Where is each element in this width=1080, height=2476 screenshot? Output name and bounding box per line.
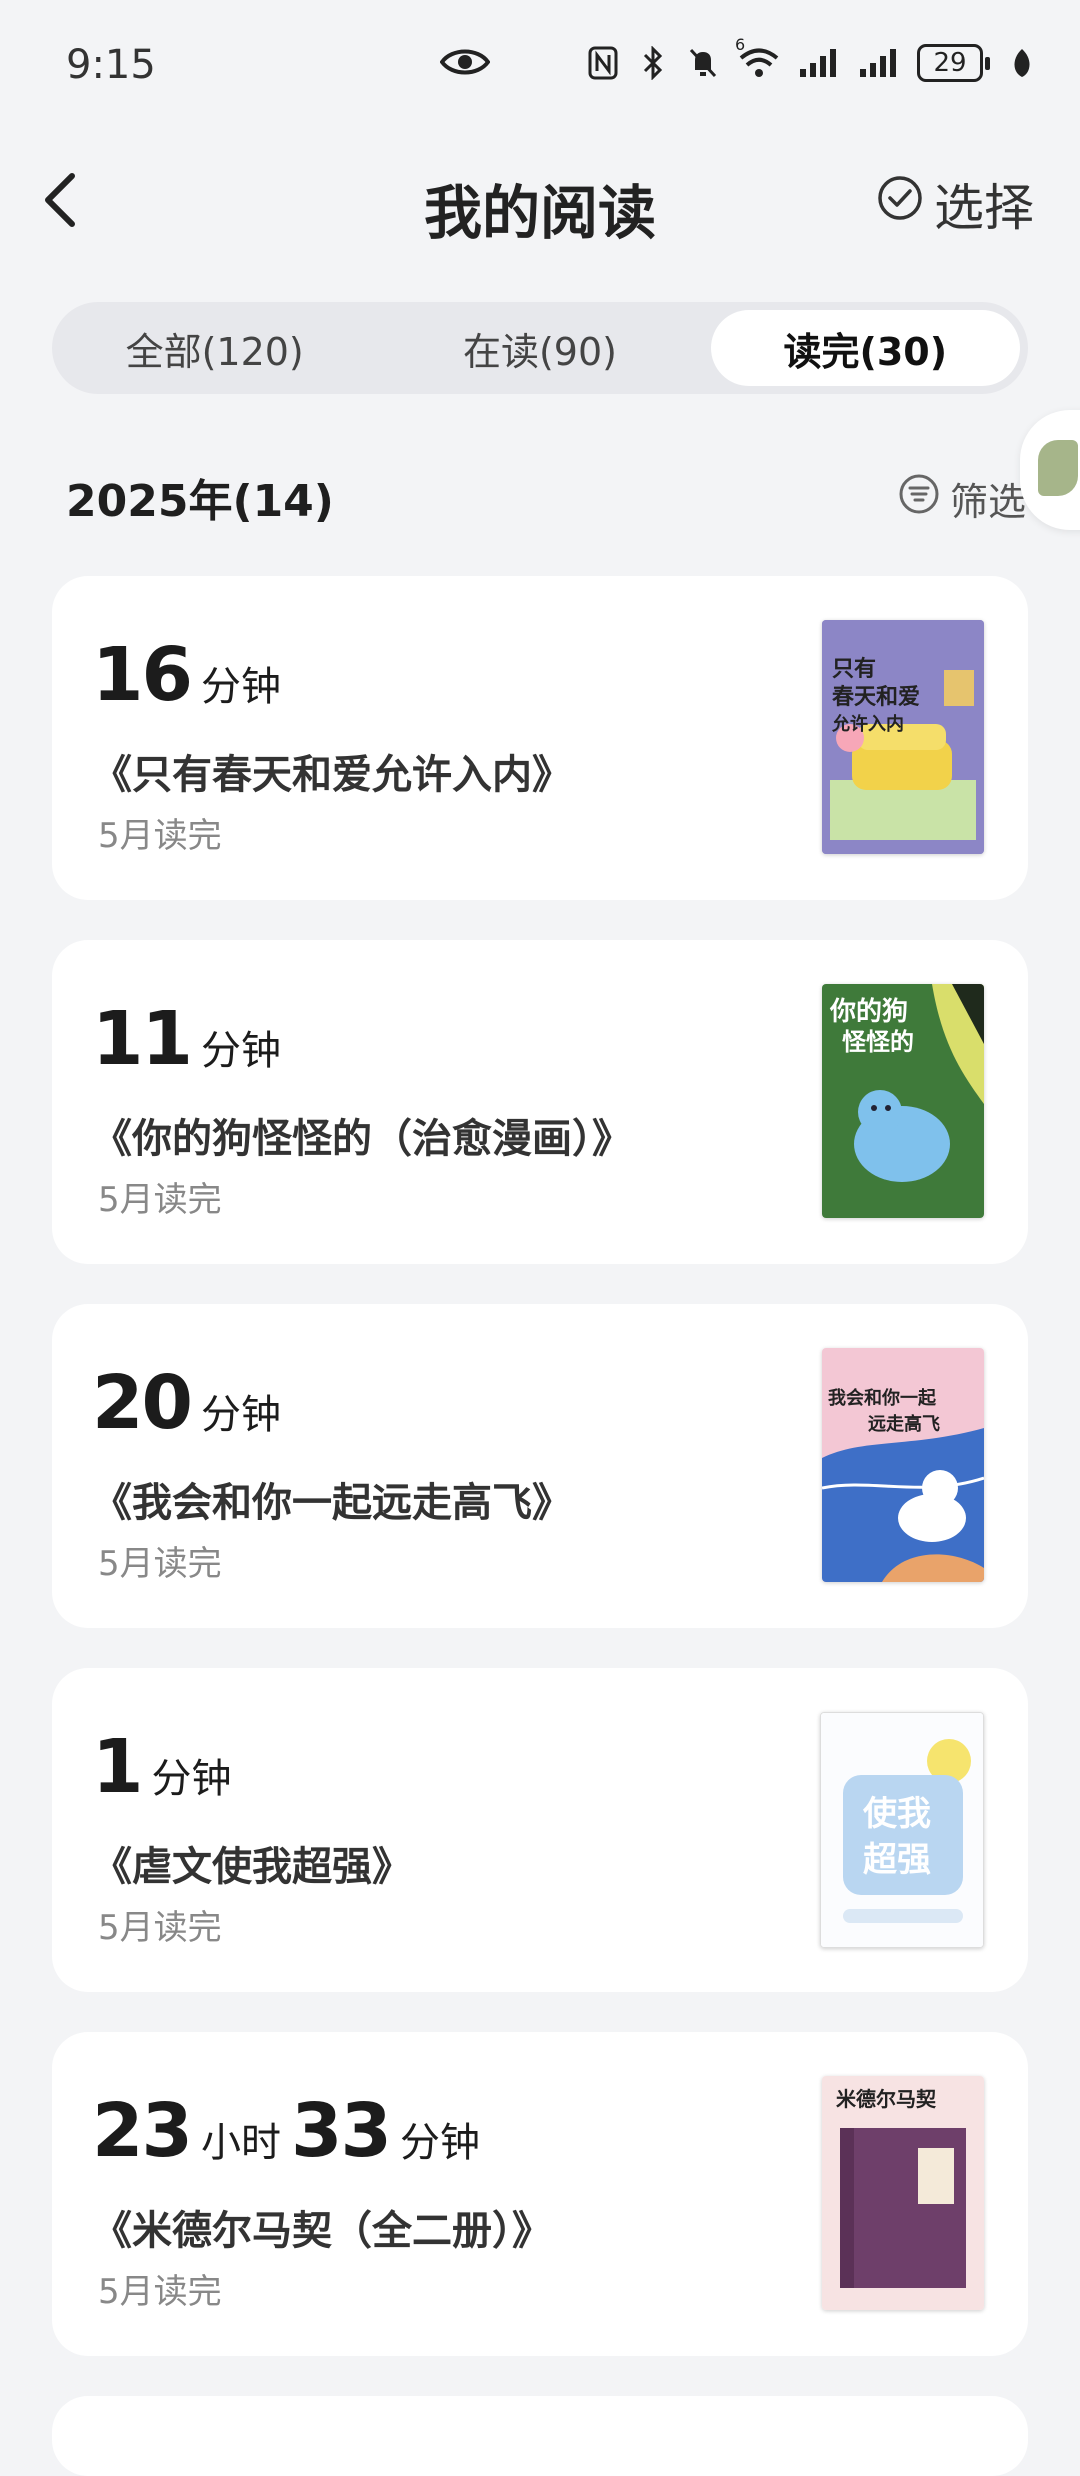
reading-duration: 11 分钟 (92, 996, 291, 1082)
duration-unit: 分钟 (200, 664, 281, 710)
svg-text:远走高飞: 远走高飞 (868, 1413, 940, 1435)
book-card[interactable] (52, 2396, 1028, 2476)
signal-icon (857, 45, 903, 81)
book-cover: 只有 春天和爱 允许入内 (822, 620, 984, 854)
duration-unit: 分钟 (200, 1028, 281, 1074)
year-section-header: 2025年(14) 筛选 (66, 465, 1026, 535)
status-bar: 9:15 6 29 (0, 0, 1080, 130)
filter-button[interactable]: 筛选 (898, 471, 1026, 526)
finish-date: 5月读完 (98, 816, 222, 856)
finish-date: 5月读完 (98, 1908, 222, 1948)
tab-all[interactable]: 全部(120) (60, 310, 369, 386)
select-label: 选择 (934, 179, 1034, 237)
reading-duration: 20 分钟 (92, 1360, 291, 1446)
top-bar: 我的阅读 选择 (0, 150, 1080, 250)
book-card[interactable]: 20 分钟 《我会和你一起远走高飞》 5月读完 我会和你一起 远走高飞 (52, 1304, 1028, 1628)
book-cover: 米德尔马契 (822, 2076, 984, 2310)
status-icons: 6 29 (585, 35, 1040, 82)
reading-duration: 16 分钟 (92, 632, 291, 718)
book-title: 《你的狗怪怪的（治愈漫画）》 (92, 1116, 632, 1162)
book-card[interactable]: 23 小时 33 分钟 《米德尔马契（全二册）》 5月读完 米德尔马契 (52, 2032, 1028, 2356)
duration-unit: 小时 (200, 2120, 281, 2166)
book-card[interactable]: 1 分钟 《虐文使我超强》 5月读完 使我 超强 (52, 1668, 1028, 1992)
finish-date: 5月读完 (98, 2272, 222, 2312)
reading-duration: 1 分钟 (92, 1724, 242, 1810)
book-cover: 我会和你一起 远走高飞 (822, 1348, 984, 1582)
svg-text:使我: 使我 (862, 1794, 931, 1834)
battery-icon: 29 (917, 44, 990, 82)
duration-number: 23 (92, 2088, 193, 2174)
check-circle-icon (876, 174, 924, 234)
eye-icon (439, 44, 491, 84)
filter-icon (898, 473, 940, 524)
duration-number: 1 (92, 1724, 143, 1810)
wifi-badge: 6 (735, 35, 746, 54)
leaf-icon (1038, 440, 1078, 496)
book-title: 《只有春天和爱允许入内》 (92, 752, 572, 798)
reading-status-tabs: 全部(120) 在读(90) 读完(30) (52, 302, 1028, 394)
duration-unit: 分钟 (200, 1392, 281, 1438)
book-title: 《虐文使我超强》 (92, 1844, 412, 1890)
svg-text:我会和你一起: 我会和你一起 (828, 1387, 937, 1409)
duration-unit: 分钟 (151, 1756, 232, 1802)
svg-text:春天和爱: 春天和爱 (832, 685, 920, 710)
floating-side-widget[interactable] (1020, 410, 1080, 530)
reading-duration: 23 小时 33 分钟 (92, 2088, 490, 2174)
wifi-icon: 6 (735, 35, 783, 81)
bluetooth-icon (635, 45, 671, 81)
duration-number: 11 (92, 996, 193, 1082)
select-button[interactable]: 选择 (876, 168, 1034, 240)
battery-level: 29 (917, 44, 983, 82)
duration-number: 33 (290, 2088, 392, 2174)
tab-reading[interactable]: 在读(90) (385, 310, 694, 386)
finish-date: 5月读完 (98, 1180, 222, 1220)
leaf-icon (1004, 45, 1040, 81)
signal-icon (797, 45, 843, 81)
filter-label: 筛选 (949, 480, 1026, 524)
book-cover: 使我 超强 (820, 1712, 984, 1948)
duration-number: 16 (92, 632, 193, 718)
status-time: 9:15 (66, 42, 156, 88)
svg-text:只有: 只有 (832, 656, 876, 682)
book-card[interactable]: 11 分钟 《你的狗怪怪的（治愈漫画）》 5月读完 你的狗 怪怪的 (52, 940, 1028, 1264)
year-label: 2025年(14) (66, 476, 334, 527)
nfc-icon (585, 45, 621, 81)
finish-date: 5月读完 (98, 1544, 222, 1584)
book-cover: 你的狗 怪怪的 (822, 984, 984, 1218)
svg-text:超强: 超强 (863, 1840, 931, 1880)
duration-number: 20 (92, 1360, 193, 1446)
book-title: 《我会和你一起远走高飞》 (92, 1480, 572, 1526)
mute-icon (685, 45, 721, 81)
svg-text:怪怪的: 怪怪的 (842, 1028, 914, 1056)
svg-text:米德尔马契: 米德尔马契 (836, 2087, 937, 2111)
svg-text:你的狗: 你的狗 (829, 996, 908, 1027)
svg-text:允许入内: 允许入内 (831, 713, 904, 735)
duration-unit: 分钟 (399, 2120, 480, 2166)
book-title: 《米德尔马契（全二册）》 (92, 2208, 552, 2254)
tab-finished[interactable]: 读完(30) (710, 310, 1020, 386)
book-card[interactable]: 16 分钟 《只有春天和爱允许入内》 5月读完 只有 春天和爱 允许入内 (52, 576, 1028, 900)
